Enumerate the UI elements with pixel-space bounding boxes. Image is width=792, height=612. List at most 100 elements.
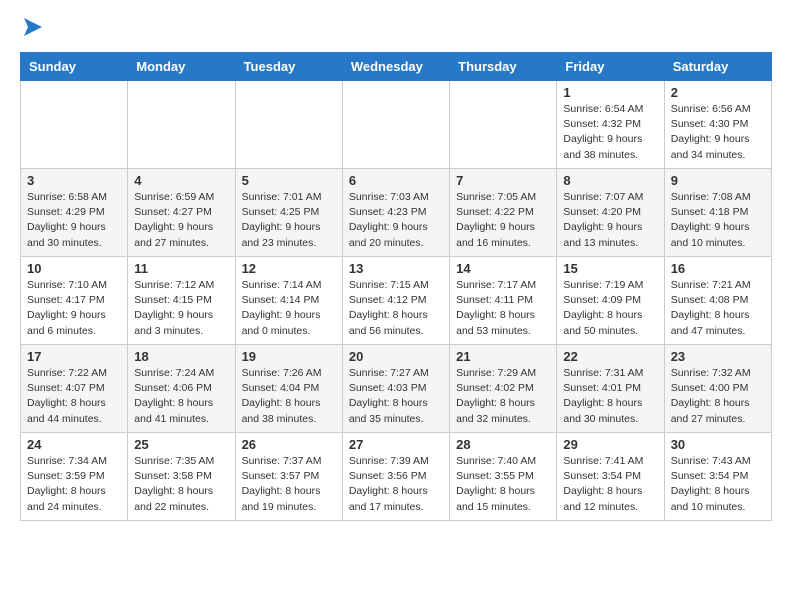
calendar-day-5: 5 Sunrise: 7:01 AM Sunset: 4:25 PM Daylig… — [235, 169, 342, 257]
day-number: 3 — [27, 173, 121, 188]
calendar-day-22: 22 Sunrise: 7:31 AM Sunset: 4:01 PM Dayli… — [557, 345, 664, 433]
day-info: Sunrise: 7:14 AM Sunset: 4:14 PM Dayligh… — [242, 278, 336, 339]
calendar-day-25: 25 Sunrise: 7:35 AM Sunset: 3:58 PM Dayli… — [128, 433, 235, 521]
day-number: 13 — [349, 261, 443, 276]
day-info: Sunrise: 7:43 AM Sunset: 3:54 PM Dayligh… — [671, 454, 765, 515]
calendar-day-6: 6 Sunrise: 7:03 AM Sunset: 4:23 PM Daylig… — [342, 169, 449, 257]
logo-bird-icon — [20, 16, 42, 38]
day-info: Sunrise: 7:37 AM Sunset: 3:57 PM Dayligh… — [242, 454, 336, 515]
day-number: 24 — [27, 437, 121, 452]
day-info: Sunrise: 6:58 AM Sunset: 4:29 PM Dayligh… — [27, 190, 121, 251]
day-number: 20 — [349, 349, 443, 364]
logo — [20, 16, 42, 38]
calendar-day-28: 28 Sunrise: 7:40 AM Sunset: 3:55 PM Dayli… — [450, 433, 557, 521]
day-number: 5 — [242, 173, 336, 188]
day-info: Sunrise: 7:19 AM Sunset: 4:09 PM Dayligh… — [563, 278, 657, 339]
day-number: 26 — [242, 437, 336, 452]
day-number: 9 — [671, 173, 765, 188]
day-number: 18 — [134, 349, 228, 364]
calendar-table: SundayMondayTuesdayWednesdayThursdayFrid… — [20, 52, 772, 521]
weekday-header-tuesday: Tuesday — [235, 53, 342, 81]
day-info: Sunrise: 7:15 AM Sunset: 4:12 PM Dayligh… — [349, 278, 443, 339]
weekday-header-saturday: Saturday — [664, 53, 771, 81]
day-info: Sunrise: 7:27 AM Sunset: 4:03 PM Dayligh… — [349, 366, 443, 427]
calendar-day-10: 10 Sunrise: 7:10 AM Sunset: 4:17 PM Dayli… — [21, 257, 128, 345]
calendar-day-27: 27Sunrise: 7:39 AM Sunset: 3:56 PM Dayli… — [342, 433, 449, 521]
calendar-day-30: 30 Sunrise: 7:43 AM Sunset: 3:54 PM Dayli… — [664, 433, 771, 521]
day-number: 29 — [563, 437, 657, 452]
calendar-day-4: 4 Sunrise: 6:59 AM Sunset: 4:27 PM Daylig… — [128, 169, 235, 257]
calendar-day-12: 12 Sunrise: 7:14 AM Sunset: 4:14 PM Dayli… — [235, 257, 342, 345]
weekday-header-thursday: Thursday — [450, 53, 557, 81]
calendar-day-16: 16 Sunrise: 7:21 AM Sunset: 4:08 PM Dayli… — [664, 257, 771, 345]
day-info: Sunrise: 7:40 AM Sunset: 3:55 PM Dayligh… — [456, 454, 550, 515]
day-info: Sunrise: 6:56 AM Sunset: 4:30 PM Dayligh… — [671, 102, 765, 163]
day-number: 23 — [671, 349, 765, 364]
weekday-header-friday: Friday — [557, 53, 664, 81]
day-number: 1 — [563, 85, 657, 100]
day-info: Sunrise: 7:05 AM Sunset: 4:22 PM Dayligh… — [456, 190, 550, 251]
day-number: 14 — [456, 261, 550, 276]
calendar-day-13: 13 Sunrise: 7:15 AM Sunset: 4:12 PM Dayli… — [342, 257, 449, 345]
day-number: 8 — [563, 173, 657, 188]
day-info: Sunrise: 7:08 AM Sunset: 4:18 PM Dayligh… — [671, 190, 765, 251]
calendar-day-23: 23 Sunrise: 7:32 AM Sunset: 4:00 PM Dayli… — [664, 345, 771, 433]
day-info: Sunrise: 7:41 AM Sunset: 3:54 PM Dayligh… — [563, 454, 657, 515]
calendar-day-1: 1 Sunrise: 6:54 AM Sunset: 4:32 PM Daylig… — [557, 81, 664, 169]
day-number: 12 — [242, 261, 336, 276]
day-number: 19 — [242, 349, 336, 364]
calendar-day-24: 24 Sunrise: 7:34 AM Sunset: 3:59 PM Dayli… — [21, 433, 128, 521]
day-info: Sunrise: 7:22 AM Sunset: 4:07 PM Dayligh… — [27, 366, 121, 427]
calendar-day-3: 3 Sunrise: 6:58 AM Sunset: 4:29 PM Daylig… — [21, 169, 128, 257]
day-number: 10 — [27, 261, 121, 276]
calendar-day-26: 26 Sunrise: 7:37 AM Sunset: 3:57 PM Dayli… — [235, 433, 342, 521]
day-number: 15 — [563, 261, 657, 276]
day-info: Sunrise: 7:24 AM Sunset: 4:06 PM Dayligh… — [134, 366, 228, 427]
empty-cell — [450, 81, 557, 169]
day-number: 4 — [134, 173, 228, 188]
day-info: Sunrise: 7:01 AM Sunset: 4:25 PM Dayligh… — [242, 190, 336, 251]
day-info: Sunrise: 7:03 AM Sunset: 4:23 PM Dayligh… — [349, 190, 443, 251]
weekday-header-monday: Monday — [128, 53, 235, 81]
day-number: 16 — [671, 261, 765, 276]
calendar-day-9: 9 Sunrise: 7:08 AM Sunset: 4:18 PM Daylig… — [664, 169, 771, 257]
calendar-day-8: 8 Sunrise: 7:07 AM Sunset: 4:20 PM Daylig… — [557, 169, 664, 257]
calendar-day-2: 2 Sunrise: 6:56 AM Sunset: 4:30 PM Daylig… — [664, 81, 771, 169]
calendar-day-19: 19 Sunrise: 7:26 AM Sunset: 4:04 PM Dayli… — [235, 345, 342, 433]
day-info: Sunrise: 7:07 AM Sunset: 4:20 PM Dayligh… — [563, 190, 657, 251]
day-info: Sunrise: 6:54 AM Sunset: 4:32 PM Dayligh… — [563, 102, 657, 163]
calendar-day-21: 21 Sunrise: 7:29 AM Sunset: 4:02 PM Dayli… — [450, 345, 557, 433]
calendar-day-29: 29 Sunrise: 7:41 AM Sunset: 3:54 PM Dayli… — [557, 433, 664, 521]
day-info: Sunrise: 7:34 AM Sunset: 3:59 PM Dayligh… — [27, 454, 121, 515]
day-number: 11 — [134, 261, 228, 276]
calendar-day-20: 20 Sunrise: 7:27 AM Sunset: 4:03 PM Dayli… — [342, 345, 449, 433]
day-number: 28 — [456, 437, 550, 452]
day-number: 25 — [134, 437, 228, 452]
day-info: Sunrise: 7:21 AM Sunset: 4:08 PM Dayligh… — [671, 278, 765, 339]
day-info: Sunrise: 7:10 AM Sunset: 4:17 PM Dayligh… — [27, 278, 121, 339]
day-info: Sunrise: 7:31 AM Sunset: 4:01 PM Dayligh… — [563, 366, 657, 427]
day-number: 27 — [349, 437, 443, 452]
day-info: Sunrise: 6:59 AM Sunset: 4:27 PM Dayligh… — [134, 190, 228, 251]
day-number: 2 — [671, 85, 765, 100]
empty-cell — [21, 81, 128, 169]
calendar-day-18: 18 Sunrise: 7:24 AM Sunset: 4:06 PM Dayli… — [128, 345, 235, 433]
day-info: Sunrise: 7:17 AM Sunset: 4:11 PM Dayligh… — [456, 278, 550, 339]
empty-cell — [128, 81, 235, 169]
calendar-day-14: 14 Sunrise: 7:17 AM Sunset: 4:11 PM Dayli… — [450, 257, 557, 345]
day-number: 6 — [349, 173, 443, 188]
weekday-header-wednesday: Wednesday — [342, 53, 449, 81]
calendar-day-11: 11Sunrise: 7:12 AM Sunset: 4:15 PM Dayli… — [128, 257, 235, 345]
calendar-day-15: 15 Sunrise: 7:19 AM Sunset: 4:09 PM Dayli… — [557, 257, 664, 345]
day-info: Sunrise: 7:26 AM Sunset: 4:04 PM Dayligh… — [242, 366, 336, 427]
day-info: Sunrise: 7:32 AM Sunset: 4:00 PM Dayligh… — [671, 366, 765, 427]
day-number: 21 — [456, 349, 550, 364]
calendar-day-17: 17 Sunrise: 7:22 AM Sunset: 4:07 PM Dayli… — [21, 345, 128, 433]
day-info: Sunrise: 7:35 AM Sunset: 3:58 PM Dayligh… — [134, 454, 228, 515]
empty-cell — [342, 81, 449, 169]
day-info: Sunrise: 7:29 AM Sunset: 4:02 PM Dayligh… — [456, 366, 550, 427]
day-number: 30 — [671, 437, 765, 452]
weekday-header-sunday: Sunday — [21, 53, 128, 81]
day-number: 22 — [563, 349, 657, 364]
day-number: 17 — [27, 349, 121, 364]
